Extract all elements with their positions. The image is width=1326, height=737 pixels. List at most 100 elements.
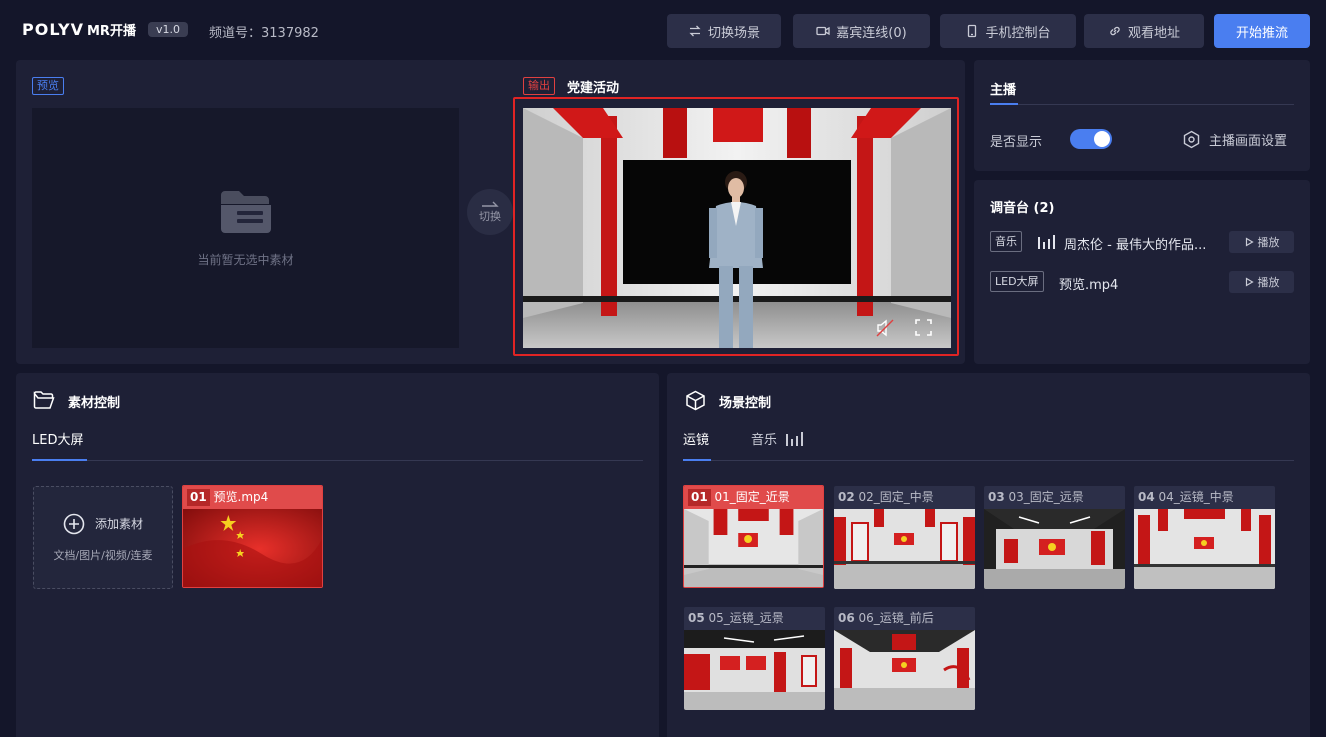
scene-divider xyxy=(711,460,1294,461)
top-bar: POLYV MR开播 v1.0 频道号：3137982 切换场景 嘉宾连线(0) … xyxy=(0,0,1326,60)
scene-thumbnail xyxy=(684,630,825,710)
add-material-hint: 文档/图片/视频/连麦 xyxy=(53,548,153,562)
switch-preview-output-button[interactable]: 切换 xyxy=(467,189,513,235)
scene-card-name: 06_运镜_前后 xyxy=(858,611,934,625)
play-label: 播放 xyxy=(1257,276,1280,289)
scene-thumbnail xyxy=(684,509,823,587)
mobile-console-button[interactable]: 手机控制台 xyxy=(940,14,1076,48)
mobile-phone-icon xyxy=(968,24,977,38)
material-card[interactable]: 01 预览.mp4 xyxy=(182,485,323,588)
output-title: 党建活动 xyxy=(567,81,620,96)
show-host-label: 是否显示 xyxy=(990,135,1043,150)
mixer-play-button[interactable]: 播放 xyxy=(1229,231,1294,253)
audio-bars-icon xyxy=(1038,235,1055,249)
scene-card-name: 01_固定_近景 xyxy=(714,490,790,504)
studio-scene-image xyxy=(523,108,951,348)
start-stream-label: 开始推流 xyxy=(1235,25,1288,41)
material-card-caption: 01 预览.mp4 xyxy=(183,486,322,509)
play-icon xyxy=(1245,237,1254,247)
scene-thumbnail xyxy=(834,509,975,589)
scene-card-name: 05_运镜_远景 xyxy=(708,611,784,625)
scene-card[interactable]: 03 03_固定_远景 xyxy=(984,486,1125,589)
scene-card-number: 04 xyxy=(1138,490,1155,504)
scene-card-number: 06 xyxy=(838,611,855,625)
logo-suffix: MR开播 xyxy=(87,24,136,39)
guest-connect-button[interactable]: 嘉宾连线(0) xyxy=(793,14,930,48)
switch-scene-button[interactable]: 切换场景 xyxy=(667,14,781,48)
tab-music[interactable]: 音乐 xyxy=(751,429,804,448)
host-title: 主播 xyxy=(990,83,1017,98)
play-label: 播放 xyxy=(1257,236,1280,249)
mute-icon[interactable] xyxy=(875,318,895,338)
tab-music-label: 音乐 xyxy=(751,433,778,448)
plus-circle-icon xyxy=(63,513,85,534)
output-video[interactable] xyxy=(523,108,951,348)
scene-card[interactable]: 06 06_运镜_前后 xyxy=(834,607,975,710)
logo-text: POLYV xyxy=(22,20,84,39)
scene-card-name: 03_固定_远景 xyxy=(1008,490,1084,504)
scene-card-caption: 01 01_固定_近景 xyxy=(684,486,823,509)
flag-thumbnail xyxy=(183,509,322,587)
led-tab-underline xyxy=(32,459,87,461)
mixer-item-name: 预览.mp4 xyxy=(1059,278,1119,293)
scene-card-caption: 05 05_运镜_远景 xyxy=(684,607,825,630)
scene-card[interactable]: 04 04_运镜_中景 xyxy=(1134,486,1275,589)
scene-card-caption: 06 06_运镜_前后 xyxy=(834,607,975,630)
add-material-row: 添加素材 xyxy=(63,513,143,535)
scene-card-number: 01 xyxy=(688,489,711,506)
switch-scene-label: 切换场景 xyxy=(707,25,760,41)
scene-thumbnail xyxy=(984,509,1125,589)
folder-open-icon xyxy=(33,391,55,409)
material-divider xyxy=(87,460,643,461)
app-logo: POLYV MR开播 xyxy=(22,20,136,39)
scene-card[interactable]: 02 02_固定_中景 xyxy=(834,486,975,589)
link-icon xyxy=(1110,26,1120,36)
preview-area: 当前暂无选中素材 xyxy=(32,108,459,348)
scene-card[interactable]: 05 05_运镜_远景 xyxy=(684,607,825,710)
tab-camera-move[interactable]: 运镜 xyxy=(683,429,709,448)
output-tag: 输出 xyxy=(523,77,555,95)
mixer-play-button[interactable]: 播放 xyxy=(1229,271,1294,293)
scene-thumbnail xyxy=(1134,509,1275,589)
start-stream-button[interactable]: 开始推流 xyxy=(1214,14,1310,48)
add-material-button[interactable]: 添加素材 文档/图片/视频/连麦 xyxy=(33,486,173,589)
cube-icon xyxy=(686,390,705,411)
scene-card-caption: 04 04_运镜_中景 xyxy=(1134,486,1275,509)
material-card-number: 01 xyxy=(187,489,210,506)
scene-card-number: 02 xyxy=(838,490,855,504)
host-divider xyxy=(1018,104,1294,105)
preview-tag: 预览 xyxy=(32,77,64,95)
switch-arrows-icon xyxy=(689,25,701,37)
audio-bars-icon xyxy=(786,432,804,446)
tab-led-screen[interactable]: LED大屏 xyxy=(32,429,83,448)
mixer-item-type: 音乐 xyxy=(990,231,1022,252)
scene-title: 场景控制 xyxy=(719,396,772,411)
scene-card[interactable]: 01 01_固定_近景 xyxy=(683,485,824,588)
output-video-frame xyxy=(513,97,959,356)
channel-number: 频道号：3137982 xyxy=(209,26,319,41)
host-settings-button[interactable]: 主播画面设置 xyxy=(1182,130,1287,149)
version-badge: v1.0 xyxy=(148,22,189,37)
mixer-title: 调音台 (2) xyxy=(990,201,1055,216)
watch-url-label: 观看地址 xyxy=(1127,25,1180,41)
play-icon xyxy=(1245,277,1254,287)
scene-card-caption: 02 02_固定_中景 xyxy=(834,486,975,509)
settings-hexagon-icon xyxy=(1183,130,1200,149)
add-material-label: 添加素材 xyxy=(94,517,143,531)
switch-label: 切换 xyxy=(479,210,501,223)
folder-icon xyxy=(220,190,271,233)
video-camera-icon xyxy=(816,26,830,36)
mobile-console-label: 手机控制台 xyxy=(985,25,1051,41)
scene-card-number: 05 xyxy=(688,611,705,625)
host-settings-label: 主播画面设置 xyxy=(1209,134,1288,149)
material-card-name: 预览.mp4 xyxy=(213,490,269,504)
scene-card-name: 02_固定_中景 xyxy=(858,490,934,504)
fullscreen-icon[interactable] xyxy=(915,319,932,336)
show-host-toggle[interactable] xyxy=(1070,129,1112,149)
scene-card-number: 03 xyxy=(988,490,1005,504)
host-panel xyxy=(974,60,1310,171)
watch-url-button[interactable]: 观看地址 xyxy=(1084,14,1204,48)
material-title: 素材控制 xyxy=(68,396,121,411)
scene-tab-underline xyxy=(683,459,711,461)
scene-card-name: 04_运镜_中景 xyxy=(1158,490,1234,504)
